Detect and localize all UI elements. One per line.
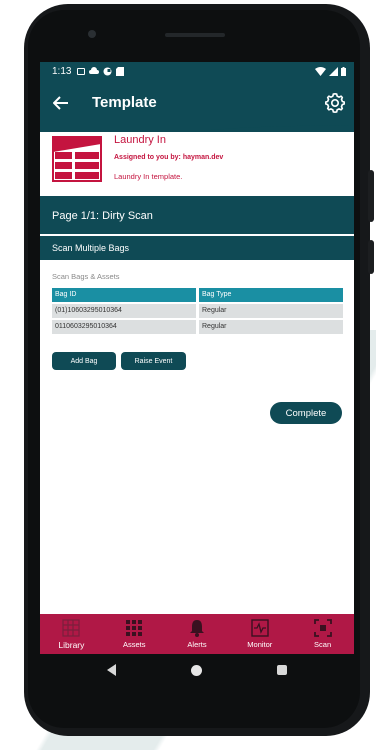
page-title: Template — [92, 94, 157, 111]
system-nav-bar — [40, 654, 354, 686]
column-header-bag-type: Bag Type — [199, 288, 343, 302]
front-camera — [88, 30, 96, 38]
tab-label: Library — [58, 640, 85, 650]
nav-recents-button[interactable] — [276, 665, 287, 675]
bottom-tab-bar: Library Assets Alerts Monitor Scan — [40, 614, 354, 654]
nav-back-button[interactable] — [107, 664, 117, 676]
tab-alerts[interactable]: Alerts — [166, 614, 229, 654]
tab-scan[interactable]: Scan — [291, 614, 354, 654]
tab-label: Alerts — [187, 640, 207, 649]
power-button — [368, 240, 374, 274]
gallery-icon — [77, 67, 86, 75]
scan-label: Scan Bags & Assets — [52, 272, 120, 281]
bag-id-cell: 0110603295010364 — [52, 320, 196, 334]
tab-library[interactable]: Library — [40, 614, 103, 654]
settings-button[interactable] — [324, 92, 346, 114]
template-name: Laundry In — [114, 134, 166, 146]
assets-grid-icon — [126, 620, 143, 636]
column-header-bag-id: Bag ID — [52, 288, 196, 302]
volume-button — [368, 170, 374, 222]
status-time: 1:13 — [52, 65, 72, 77]
table-row[interactable]: (01)10603295010364 Regular — [52, 304, 343, 318]
bell-icon — [189, 620, 204, 637]
tab-monitor[interactable]: Monitor — [228, 614, 291, 654]
bag-id-cell: (01)10603295010364 — [52, 304, 196, 318]
table-row[interactable]: 0110603295010364 Regular — [52, 320, 343, 334]
tab-label: Scan — [314, 640, 332, 649]
arrow-back-icon — [53, 96, 68, 110]
library-icon — [62, 619, 80, 637]
scan-content: Scan Bags & Assets Bag ID Bag Type (01)1… — [40, 260, 354, 612]
gear-icon — [325, 92, 345, 114]
template-description: Laundry In template. — [114, 172, 183, 181]
bag-type-cell: Regular — [199, 320, 343, 334]
add-bag-button[interactable]: Add Bag — [52, 352, 116, 370]
system-icons — [315, 66, 346, 76]
section-title: Scan Multiple Bags — [40, 236, 354, 260]
wifi-icon — [315, 66, 326, 76]
bags-table: Bag ID Bag Type (01)10603295010364 Regul… — [52, 288, 343, 336]
page-indicator: Page 1/1: Dirty Scan — [40, 196, 354, 234]
app-screen: 1:13 Template Laundry In Assigned to you… — [40, 62, 354, 686]
template-card: Laundry In Assigned to you by: hayman.de… — [40, 132, 354, 198]
tab-assets[interactable]: Assets — [103, 614, 166, 654]
template-table-icon — [52, 136, 102, 182]
template-assigned: Assigned to you by: hayman.dev — [114, 154, 224, 161]
complete-button[interactable]: Complete — [270, 402, 342, 424]
back-button[interactable] — [50, 92, 72, 114]
notification-icons — [77, 66, 125, 76]
cloud-icon — [89, 67, 100, 74]
bag-type-cell: Regular — [199, 304, 343, 318]
tab-label: Monitor — [247, 640, 273, 649]
sync-icon — [103, 67, 112, 75]
nav-home-button[interactable] — [190, 664, 202, 676]
raise-event-button[interactable]: Raise Event — [121, 352, 186, 370]
status-bar: 1:13 — [40, 62, 354, 80]
scan-icon — [313, 619, 332, 637]
signal-icon — [329, 66, 338, 76]
tab-label: Assets — [122, 640, 146, 649]
monitor-icon — [251, 619, 269, 637]
sd-card-icon — [116, 66, 125, 76]
table-header-row: Bag ID Bag Type — [52, 288, 343, 302]
speaker-grille — [165, 33, 225, 37]
battery-icon — [341, 66, 346, 76]
